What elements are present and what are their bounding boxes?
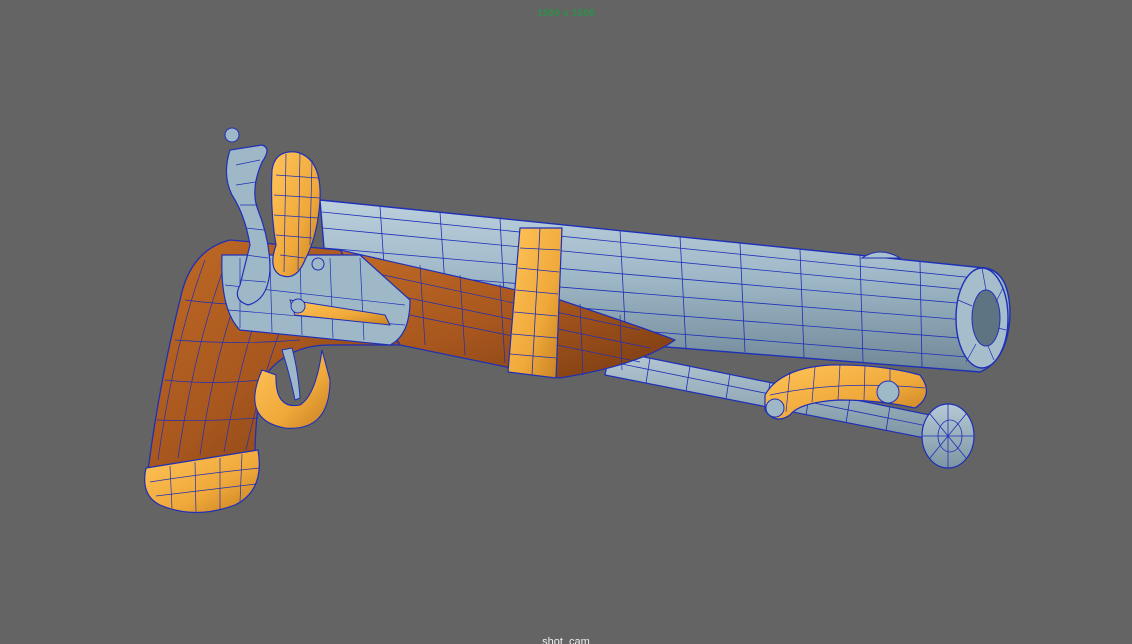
maya-viewport[interactable]: 1500 x 1500 shot_cam — [0, 0, 1132, 644]
pistol-model[interactable] — [0, 0, 1132, 644]
camera-name-label: shot_cam — [542, 636, 590, 644]
trigger — [281, 347, 301, 401]
front-sight — [860, 251, 902, 259]
hammer-screw — [224, 127, 240, 143]
